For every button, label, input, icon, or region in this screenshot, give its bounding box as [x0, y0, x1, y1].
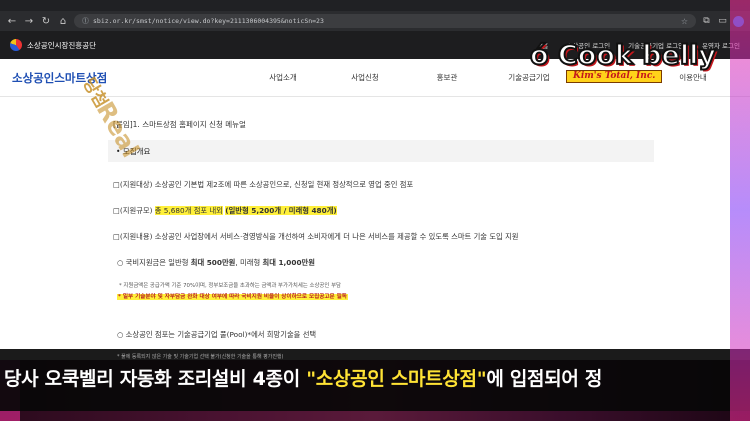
caption-text: 당사 오쿡벨리 자동화 조리설비 4종이 "소상공인 스마트상점"에 입점되어 … [4, 364, 602, 391]
subsidy-warning: * 일부 기술분야 및 자부담금 완화 대상 여부에 따라 국비지원 비율이 상… [117, 291, 348, 300]
subsidy-note: * 지원금액은 공급가액 기준 70%이며, 정부보조금을 초과하는 금액과 부… [119, 283, 341, 289]
video-frame: ← → ↻ ⌂ ⓵ sbiz.or.kr/smst/notice/view.do… [0, 0, 750, 421]
org-brand[interactable]: 소상공인시장진흥공단 [10, 39, 96, 51]
subsidy-future: 최대 1,000만원 [262, 258, 315, 267]
sidebar-icon[interactable]: ▭ [717, 16, 728, 26]
support-line: □(지원내용) 소상공인 사업장에서 서비스·경영방식을 개선하여 소비자에게 … [113, 232, 519, 241]
scale-highlight-types: (일반형 5,200개 / 미래형 480개) [225, 206, 337, 215]
subsidy-warning-text: * 일부 기술분야 및 자부담금 완화 대상 여부에 따라 국비지원 비율이 상… [117, 294, 348, 300]
address-bar[interactable]: ⓵ sbiz.or.kr/smst/notice/view.do?key=211… [74, 14, 696, 28]
site-info-icon[interactable]: ⓵ [82, 16, 89, 26]
caption-part1: 당사 오쿡벨리 자동화 조리설비 4종이 [4, 368, 307, 390]
brand-logo: ó Cook belly Kim's Total, Inc. [529, 39, 717, 90]
menu-promotion[interactable]: 홍보관 [406, 72, 488, 83]
section-header: • 모집개요 [108, 140, 654, 162]
extensions-icon[interactable]: ⧉ [701, 16, 712, 26]
site-logo[interactable]: 소상공인스마트상점 [12, 70, 242, 86]
back-icon[interactable]: ← [6, 16, 18, 27]
brand-logo-sub: Kim's Total, Inc. [566, 70, 663, 83]
tab-strip [0, 0, 750, 11]
caption-part2: 에 입점되어 정 [486, 368, 603, 390]
org-emblem-icon [10, 39, 22, 51]
subsidy-line: ○ 국비지원금은 일반형 최대 500만원, 미래형 최대 1,000만원 [117, 258, 315, 268]
scale-highlight-total: 총 5,680개 점포 내외 [154, 206, 223, 215]
profile-avatar[interactable] [733, 15, 744, 27]
address-toolbar: ← → ↻ ⌂ ⓵ sbiz.or.kr/smst/notice/view.do… [0, 11, 750, 31]
star-icon[interactable]: ☆ [681, 17, 688, 26]
subsidy-mid: , 미래형 [235, 258, 263, 267]
brand-logo-main: ó Cook belly [529, 39, 717, 72]
reload-icon[interactable]: ↻ [40, 16, 52, 27]
url-text: sbiz.or.kr/smst/notice/view.do?key=21113… [93, 17, 324, 25]
menu-business-intro[interactable]: 사업소개 [242, 72, 324, 83]
pool-note: * 풀에 등록되지 않은 기술 및 기술기업 선택 불가(신청한 기술을 통해 … [117, 354, 284, 360]
forward-icon[interactable]: → [23, 16, 35, 27]
scale-prefix: □(지원규모) [113, 206, 155, 215]
subsidy-prefix: ○ 국비지원금은 일반형 [117, 258, 191, 267]
scale-line: □(지원규모) 총 5,680개 점포 내외 (일반형 5,200개 / 미래형… [113, 206, 337, 216]
home-icon[interactable]: ⌂ [57, 16, 69, 27]
subsidy-general: 최대 500만원 [190, 258, 236, 267]
menu-application[interactable]: 사업신청 [324, 72, 406, 83]
org-name: 소상공인시장진흥공단 [27, 40, 96, 50]
pool-line: ○ 소상공인 점포는 기술공급기업 풀(Pool)*에서 희망기술을 선택 [117, 330, 317, 339]
target-line: □(지원대상) 소상공인 기본법 제2조에 따른 소상공인으로, 신청일 현재 … [113, 180, 414, 189]
caption-quote: "소상공인 스마트상점" [306, 368, 487, 390]
